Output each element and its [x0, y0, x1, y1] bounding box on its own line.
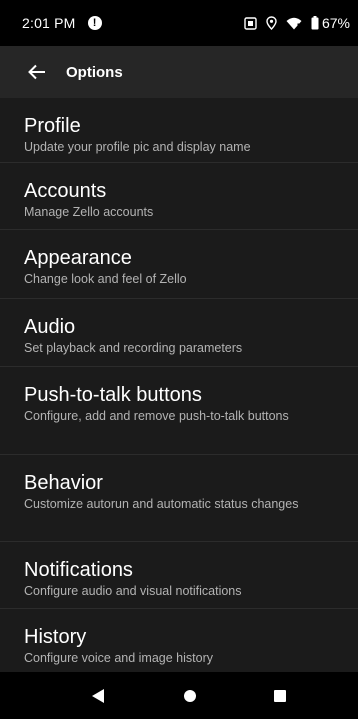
option-title: Notifications — [24, 559, 133, 581]
option-notifications[interactable]: Notifications Configure audio and visual… — [0, 542, 358, 609]
option-title: Behavior — [24, 472, 103, 494]
option-profile[interactable]: Profile Update your profile pic and disp… — [0, 98, 358, 163]
option-subtitle: Change look and feel of Zello — [24, 272, 187, 286]
status-time: 2:01 PM — [22, 15, 76, 31]
page-title: Options — [66, 63, 123, 81]
system-nav-bar — [0, 672, 358, 719]
location-icon — [266, 16, 277, 30]
option-appearance[interactable]: Appearance Change look and feel of Zello — [0, 230, 358, 299]
option-push-to-talk-buttons[interactable]: Push-to-talk buttons Configure, add and … — [0, 367, 358, 455]
status-bar: 2:01 PM ! 67% — [0, 0, 358, 46]
option-title: Profile — [24, 115, 81, 137]
option-subtitle: Customize autorun and automatic status c… — [24, 497, 299, 511]
option-subtitle: Manage Zello accounts — [24, 205, 154, 219]
option-audio[interactable]: Audio Set playback and recording paramet… — [0, 299, 358, 367]
option-title: Appearance — [24, 247, 132, 269]
screenshot-icon — [244, 16, 257, 30]
nav-home-button[interactable] — [160, 672, 220, 719]
battery-group: 67% — [311, 15, 350, 31]
home-circle-icon — [184, 689, 196, 702]
back-button[interactable] — [26, 61, 48, 83]
option-title: Accounts — [24, 180, 107, 202]
option-title: Push-to-talk buttons — [24, 384, 202, 406]
back-triangle-icon — [92, 688, 104, 703]
recents-square-icon — [274, 689, 286, 702]
battery-percent: 67% — [321, 15, 350, 31]
arrow-left-icon — [28, 64, 45, 80]
option-subtitle: Configure audio and visual notifications — [24, 584, 242, 598]
option-title: History — [24, 626, 87, 648]
wifi-icon — [286, 17, 302, 29]
nav-back-button[interactable] — [68, 672, 128, 719]
nav-recents-button[interactable] — [250, 672, 310, 719]
option-subtitle: Configure, add and remove push-to-talk b… — [24, 409, 289, 423]
status-icons: 67% — [244, 15, 350, 31]
option-subtitle: Set playback and recording parameters — [24, 341, 243, 355]
app-bar: Options — [0, 46, 358, 98]
option-behavior[interactable]: Behavior Customize autorun and automatic… — [0, 455, 358, 542]
option-history[interactable]: History Configure voice and image histor… — [0, 609, 358, 672]
option-subtitle: Update your profile pic and display name — [24, 140, 251, 154]
battery-icon — [311, 16, 319, 30]
option-accounts[interactable]: Accounts Manage Zello accounts — [0, 163, 358, 230]
options-list: Profile Update your profile pic and disp… — [0, 98, 358, 672]
alert-icon: ! — [87, 16, 102, 30]
option-title: Audio — [24, 316, 76, 338]
option-subtitle: Configure voice and image history — [24, 651, 213, 665]
